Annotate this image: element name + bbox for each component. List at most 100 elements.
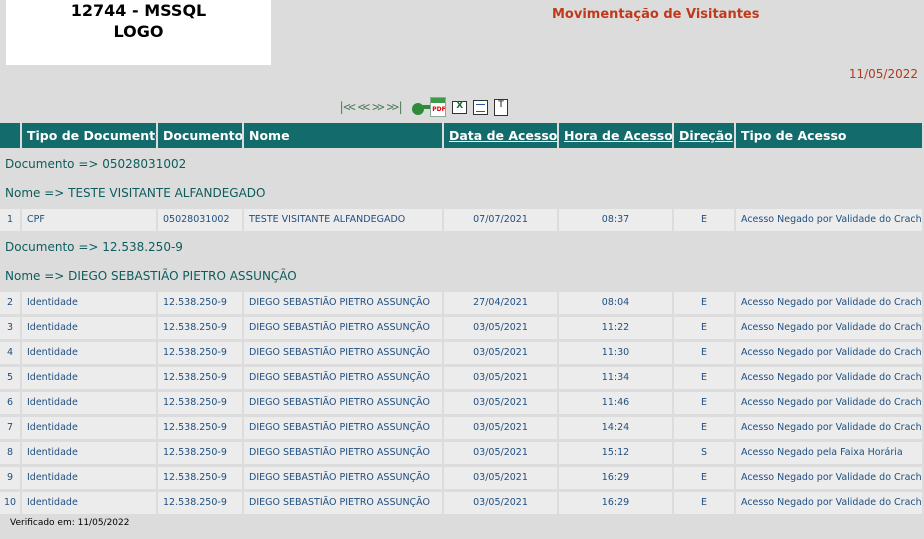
table-row: 3 Identidade 12.538.250-9 DIEGO SEBASTIÃO P… [0, 317, 924, 339]
search-icon[interactable] [412, 103, 434, 115]
row-documento: 12.538.250-9 [158, 417, 242, 439]
row-documento: 12.538.250-9 [158, 467, 242, 489]
row-tipo-documento: Identidade [22, 417, 156, 439]
row-tipo-acesso: Acesso Negado por Validade do Crach [736, 392, 922, 414]
word-icon[interactable] [473, 99, 489, 115]
row-documento: 12.538.250-9 [158, 292, 242, 314]
table-row: 7 Identidade 12.538.250-9 DIEGO SEBASTIÃO P… [0, 417, 924, 439]
row-index: 9 [0, 467, 20, 489]
report-toolbar: |<< << >> >>| [338, 96, 509, 118]
group-documento-label: Documento => 12.538.250-9 [5, 240, 183, 254]
row-hora-acesso: 14:24 [559, 417, 672, 439]
row-hora-acesso: 11:30 [559, 342, 672, 364]
row-hora-acesso: 16:29 [559, 492, 672, 514]
header-hora-acesso[interactable]: Hora de Acesso [559, 123, 672, 148]
row-tipo-documento: Identidade [22, 467, 156, 489]
excel-icon[interactable] [452, 100, 468, 114]
row-documento: 12.538.250-9 [158, 492, 242, 514]
row-hora-acesso: 11:22 [559, 317, 672, 339]
row-tipo-documento: Identidade [22, 442, 156, 464]
row-hora-acesso: 08:37 [559, 209, 672, 231]
row-data-acesso: 07/07/2021 [444, 209, 557, 231]
row-index: 5 [0, 367, 20, 389]
row-index: 6 [0, 392, 20, 414]
previous-page-button[interactable]: << [358, 100, 371, 114]
header-documento: Documento [158, 123, 242, 148]
row-tipo-documento: CPF [22, 209, 156, 231]
text-icon[interactable] [494, 98, 509, 116]
pdf-icon[interactable] [430, 97, 447, 117]
row-hora-acesso: 15:12 [559, 442, 672, 464]
row-documento: 12.538.250-9 [158, 367, 242, 389]
header-nome: Nome [244, 123, 442, 148]
row-data-acesso: 03/05/2021 [444, 342, 557, 364]
row-documento: 12.538.250-9 [158, 342, 242, 364]
row-hora-acesso: 11:34 [559, 367, 672, 389]
row-nome: DIEGO SEBASTIÃO PIETRO ASSUNÇÃO [244, 417, 442, 439]
row-hora-acesso: 11:46 [559, 392, 672, 414]
row-direcao: E [674, 342, 734, 364]
row-data-acesso: 03/05/2021 [444, 467, 557, 489]
row-tipo-documento: Identidade [22, 292, 156, 314]
header-index [0, 123, 20, 148]
table-row: 4 Identidade 12.538.250-9 DIEGO SEBASTIÃO P… [0, 342, 924, 364]
row-index: 7 [0, 417, 20, 439]
row-hora-acesso: 08:04 [559, 292, 672, 314]
row-nome: DIEGO SEBASTIÃO PIETRO ASSUNÇÃO [244, 492, 442, 514]
row-tipo-acesso: Acesso Negado por Validade do Crach [736, 342, 922, 364]
row-index: 4 [0, 342, 20, 364]
first-page-button[interactable]: |<< [338, 100, 356, 114]
row-data-acesso: 03/05/2021 [444, 317, 557, 339]
row-index: 8 [0, 442, 20, 464]
header-direcao[interactable]: Direção [674, 123, 734, 148]
row-index: 1 [0, 209, 20, 231]
row-data-acesso: 03/05/2021 [444, 417, 557, 439]
row-tipo-acesso: Acesso Negado por Validade do Crach [736, 292, 922, 314]
header-tipo-documento: Tipo de Documento [22, 123, 156, 148]
row-index: 10 [0, 492, 20, 514]
header-data-acesso[interactable]: Data de Acesso [444, 123, 557, 148]
logo-line-2: LOGO [113, 22, 164, 41]
page-title: Movimentação de Visitantes [552, 7, 760, 22]
row-nome: DIEGO SEBASTIÃO PIETRO ASSUNÇÃO [244, 367, 442, 389]
table-row: 1 CPF 05028031002 TESTE VISITANTE ALFANDEGA… [0, 209, 924, 231]
row-tipo-documento: Identidade [22, 367, 156, 389]
next-page-button[interactable]: >> [372, 100, 385, 114]
row-nome: DIEGO SEBASTIÃO PIETRO ASSUNÇÃO [244, 317, 442, 339]
row-tipo-documento: Identidade [22, 492, 156, 514]
row-direcao: E [674, 467, 734, 489]
table-header: Tipo de Documento Documento Nome Data de… [0, 123, 924, 148]
group-documento-label: Documento => 05028031002 [5, 157, 187, 171]
row-nome: DIEGO SEBASTIÃO PIETRO ASSUNÇÃO [244, 467, 442, 489]
table-row: 5 Identidade 12.538.250-9 DIEGO SEBASTIÃO P… [0, 367, 924, 389]
row-data-acesso: 03/05/2021 [444, 442, 557, 464]
row-tipo-acesso: Acesso Negado por Validade do Crach [736, 467, 922, 489]
row-direcao: E [674, 492, 734, 514]
table-row: 10 Identidade 12.538.250-9 DIEGO SEBASTIÃO … [0, 492, 924, 514]
company-logo: 12744 - MSSQL LOGO [6, 0, 271, 65]
row-nome: DIEGO SEBASTIÃO PIETRO ASSUNÇÃO [244, 392, 442, 414]
row-tipo-documento: Identidade [22, 342, 156, 364]
row-nome: DIEGO SEBASTIÃO PIETRO ASSUNÇÃO [244, 292, 442, 314]
row-direcao: E [674, 392, 734, 414]
row-data-acesso: 03/05/2021 [444, 492, 557, 514]
row-documento: 12.538.250-9 [158, 317, 242, 339]
row-tipo-acesso: Acesso Negado por Validade do Crach [736, 417, 922, 439]
row-direcao: E [674, 367, 734, 389]
row-direcao: E [674, 417, 734, 439]
row-direcao: E [674, 209, 734, 231]
row-documento: 12.538.250-9 [158, 392, 242, 414]
table-row: 9 Identidade 12.538.250-9 DIEGO SEBASTIÃO P… [0, 467, 924, 489]
row-nome: TESTE VISITANTE ALFANDEGADO [244, 209, 442, 231]
row-index: 2 [0, 292, 20, 314]
report-date: 11/05/2022 [848, 67, 918, 81]
row-documento: 05028031002 [158, 209, 242, 231]
row-tipo-documento: Identidade [22, 392, 156, 414]
table-row: 8 Identidade 12.538.250-9 DIEGO SEBASTIÃO P… [0, 442, 924, 464]
row-tipo-acesso: Acesso Negado por Validade do Crach [736, 492, 922, 514]
last-page-button[interactable]: >>| [387, 100, 405, 114]
group-nome-label: Nome => TESTE VISITANTE ALFANDEGADO [5, 186, 266, 200]
row-hora-acesso: 16:29 [559, 467, 672, 489]
row-documento: 12.538.250-9 [158, 442, 242, 464]
verified-date: Verificado em: 11/05/2022 [10, 518, 130, 528]
